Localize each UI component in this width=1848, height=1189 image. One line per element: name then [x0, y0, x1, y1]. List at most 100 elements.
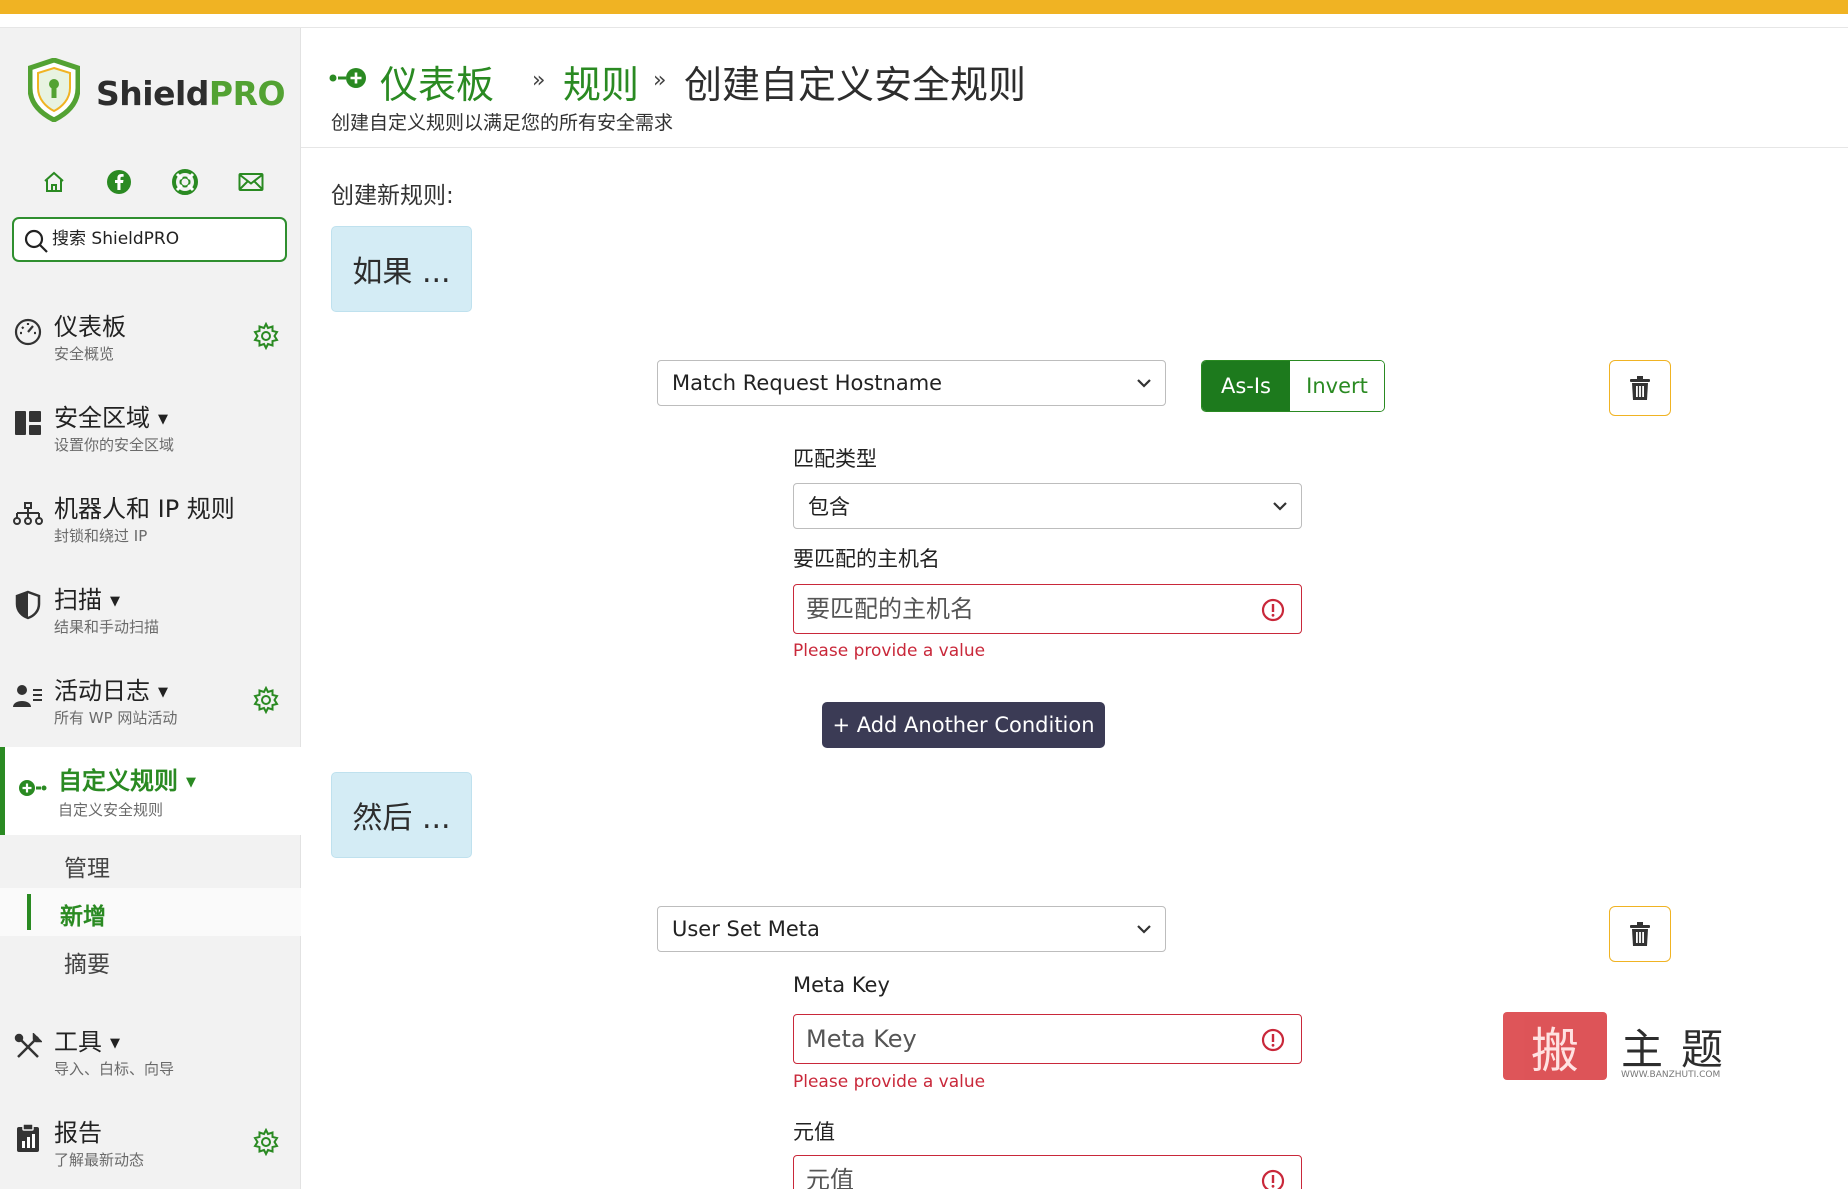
meta-value-label: 元值: [793, 1120, 835, 1144]
nav-title: 活动日志 ▼: [54, 677, 168, 705]
nav-title: 仪表板: [54, 313, 126, 341]
hostname-error-message: Please provide a value: [793, 641, 986, 661]
zones-grid-icon: [13, 408, 43, 438]
nav-subtitle: 安全概览: [54, 345, 115, 363]
meta-value-input[interactable]: [806, 1165, 1236, 1189]
subnav-label: 管理: [64, 856, 110, 882]
sidebar-item-bots[interactable]: 机器人和 IP 规则 封锁和绕过 IP: [0, 477, 301, 557]
then-section-label: 然后 ...: [331, 772, 472, 858]
new-rule-label: 创建新规则:: [331, 183, 454, 209]
nav-subtitle: 所有 WP 网站活动: [54, 709, 178, 727]
watermark-badge: 搬: [1503, 1012, 1607, 1080]
nav-title: 机器人和 IP 规则: [54, 495, 235, 523]
chevron-down-icon: [1137, 379, 1151, 388]
hostname-label: 要匹配的主机名: [793, 547, 940, 571]
network-icon: [13, 499, 43, 529]
top-admin-bar: [0, 0, 1848, 14]
clipboard-chart-icon: [13, 1123, 43, 1153]
tools-icon: [13, 1032, 43, 1062]
meta-key-input[interactable]: [806, 1024, 1236, 1054]
sidebar-item-reports[interactable]: 报告 了解最新动态: [0, 1101, 301, 1181]
nav-title: 工具 ▼: [54, 1028, 120, 1056]
hostname-input[interactable]: [806, 594, 1236, 624]
breadcrumb-dashboard[interactable]: 仪表板: [380, 54, 494, 109]
chevron-down-icon: [1137, 925, 1151, 934]
breadcrumb-rules[interactable]: 规则: [563, 54, 639, 109]
meta-key-field[interactable]: [793, 1014, 1302, 1064]
nav-subtitle: 结果和手动扫描: [54, 618, 160, 636]
invert-option[interactable]: Invert: [1290, 361, 1384, 411]
breadcrumb-separator: »: [653, 68, 667, 93]
top-spacer: [0, 14, 1848, 28]
lifebuoy-icon[interactable]: [169, 166, 201, 198]
meta-key-error-message: Please provide a value: [793, 1072, 986, 1092]
sidebar-item-dashboard[interactable]: 仪表板 安全概览: [0, 295, 301, 375]
sidebar-search[interactable]: [12, 217, 287, 262]
breadcrumb-separator: »: [532, 68, 546, 93]
gear-icon[interactable]: [252, 322, 280, 350]
match-type-select[interactable]: 包含: [793, 483, 1302, 529]
caret-down-icon: ▼: [186, 774, 196, 790]
subnav-label: 新增: [60, 904, 106, 930]
subnav-label: 摘要: [64, 952, 110, 978]
gear-icon[interactable]: [252, 686, 280, 714]
mail-icon[interactable]: [235, 166, 267, 198]
nav-title: 报告: [54, 1119, 102, 1147]
delete-condition-button[interactable]: [1609, 360, 1671, 416]
trash-icon: [1630, 376, 1650, 400]
delete-action-button[interactable]: [1609, 906, 1671, 962]
error-icon: [1261, 1028, 1285, 1052]
page-description: 创建自定义规则以满足您的所有安全需求: [331, 112, 674, 134]
match-type-label: 匹配类型: [793, 447, 877, 471]
sidebar-item-zones[interactable]: 安全区域 ▼ 设置你的安全区域: [0, 386, 301, 466]
condition-type-select[interactable]: Match Request Hostname: [657, 360, 1166, 406]
add-condition-button[interactable]: + Add Another Condition: [822, 702, 1105, 748]
home-icon[interactable]: [38, 166, 70, 198]
sidebar: ShieldPRO 仪表板 安全概览 安全区域▼ 设置你的安全区域: [0, 28, 301, 1189]
page-header: 仪表板 » 规则 » 创建自定义安全规则 创建自定义规则以满足您的所有安全需求: [301, 28, 1848, 148]
select-value: 包含: [808, 495, 850, 519]
search-input[interactable]: [52, 225, 277, 253]
sidebar-item-tools[interactable]: 工具 ▼ 导入、白标、向导: [0, 1010, 301, 1090]
quick-links: [38, 166, 268, 202]
facebook-icon[interactable]: [103, 166, 135, 198]
nav-subtitle: 设置你的安全区域: [54, 436, 175, 454]
select-value: Match Request Hostname: [672, 371, 943, 395]
hostname-field[interactable]: [793, 584, 1302, 634]
sidebar-item-activity[interactable]: 活动日志 ▼ 所有 WP 网站活动: [0, 659, 301, 739]
caret-down-icon: ▼: [110, 1035, 120, 1051]
rule-plus-icon: [329, 68, 366, 88]
person-lines-icon: [13, 681, 43, 711]
nav-subtitle: 了解最新动态: [54, 1151, 145, 1169]
select-value: User Set Meta: [672, 917, 820, 941]
caret-down-icon: ▼: [158, 684, 168, 700]
action-type-select[interactable]: User Set Meta: [657, 906, 1166, 952]
if-section-label: 如果 ...: [331, 226, 472, 312]
subnav-manage[interactable]: 管理: [0, 840, 301, 888]
gear-icon[interactable]: [252, 1128, 280, 1156]
meta-value-field[interactable]: [793, 1155, 1302, 1189]
as-is-option[interactable]: As-Is: [1202, 361, 1290, 411]
sidebar-item-scans[interactable]: 扫描 ▼ 结果和手动扫描: [0, 568, 301, 648]
meta-key-label: Meta Key: [793, 973, 890, 997]
trash-icon: [1630, 922, 1650, 946]
sidebar-item-custom-rules[interactable]: 自定义规则 ▼ 自定义安全规则: [0, 747, 301, 835]
nav-title: 安全区域 ▼: [54, 404, 168, 432]
error-icon: [1261, 598, 1285, 622]
brand-logo[interactable]: ShieldPRO: [28, 58, 286, 130]
nav-subtitle: 封锁和绕过 IP: [54, 527, 148, 545]
subnav-summary[interactable]: 摘要: [0, 936, 301, 984]
error-icon: [1261, 1169, 1285, 1189]
watermark-url: WWW.BANZHUTI.COM: [1621, 1070, 1721, 1080]
nav-title: 自定义规则 ▼: [58, 767, 196, 795]
half-shield-icon: [13, 590, 43, 620]
watermark-logo: 搬 主题 WWW.BANZHUTI.COM: [1503, 1012, 1743, 1084]
chevron-down-icon: [1273, 502, 1287, 511]
shield-logo-icon: [28, 58, 80, 122]
rule-plus-icon: [17, 773, 47, 803]
watermark-text: 主题: [1621, 1025, 1742, 1074]
subnav-new[interactable]: 新增: [0, 888, 301, 936]
nav-subtitle: 自定义安全规则: [58, 801, 164, 819]
as-is-invert-toggle: As-Is Invert: [1201, 360, 1385, 412]
search-icon: [24, 229, 48, 253]
